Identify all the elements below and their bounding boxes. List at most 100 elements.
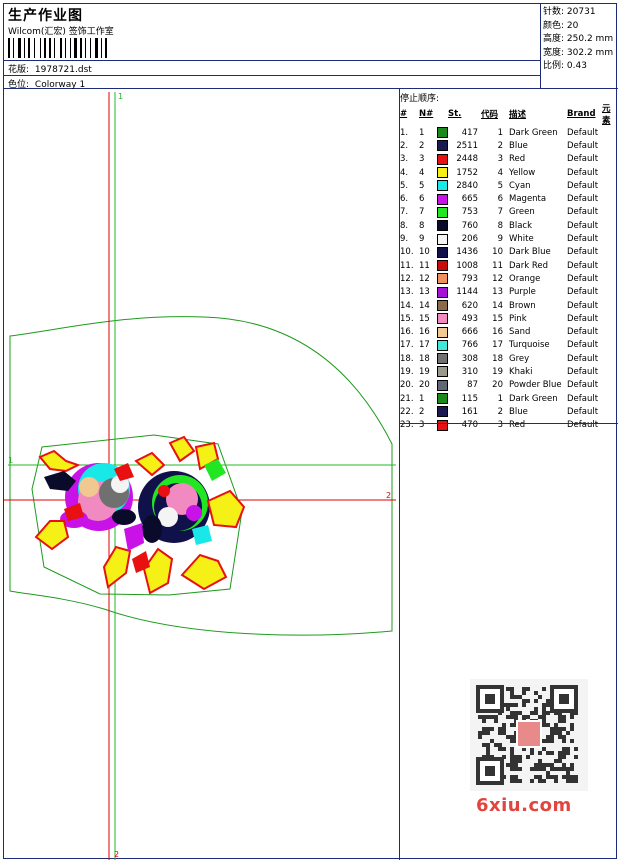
stop-brand: Default	[567, 420, 599, 431]
stop-index: 4.	[400, 167, 409, 178]
stop-row: 3. 3 2448 3 Red Default	[400, 153, 618, 166]
stop-code: 4	[497, 167, 503, 178]
stop-needle: 17	[419, 340, 430, 351]
stop-row: 20. 20 87 20 Powder Blue Default	[400, 379, 618, 392]
stop-table-header: # N# St. 代码 描述 Brand 元素	[400, 102, 618, 126]
stop-stitches: 666	[461, 327, 478, 338]
stop-description: Khaki	[509, 366, 533, 377]
stop-index: 8.	[400, 220, 409, 231]
stop-index: 19.	[400, 366, 414, 377]
stop-index: 23.	[400, 420, 414, 431]
stop-code: 17	[492, 340, 503, 351]
stop-code: 12	[492, 273, 503, 284]
stop-sequence-table: # N# St. 代码 描述 Brand 元素 1. 1 417 1 Dark Gree…	[400, 102, 618, 432]
stop-element	[602, 232, 618, 245]
color-swatch	[437, 167, 448, 179]
stop-brand: Default	[567, 247, 599, 258]
stop-element	[602, 286, 618, 299]
stop-needle: 1	[419, 127, 425, 138]
stop-description: Dark Green	[509, 393, 558, 404]
stop-index: 3.	[400, 154, 409, 165]
design-preview-svg: 1 1 2 2	[4, 92, 396, 860]
stop-code: 1	[497, 127, 503, 138]
color-swatch	[437, 206, 448, 218]
stop-code: 16	[492, 327, 503, 338]
stop-code: 19	[492, 366, 503, 377]
stop-element	[602, 405, 618, 418]
stop-needle: 3	[419, 420, 425, 431]
stop-description: White	[509, 234, 534, 245]
header-panel: 生产作业图 Wilcom(汇宏) 签饰工作室 花版: 1978721.dst 色…	[4, 4, 541, 90]
stop-element	[602, 206, 618, 219]
design-width: 宽度: 302.2 mm	[543, 47, 614, 58]
stop-description: Powder Blue	[509, 380, 562, 391]
stop-code: 3	[497, 420, 503, 431]
col-code: 代码	[481, 110, 499, 120]
stop-index: 10.	[400, 247, 414, 258]
stop-row: 22. 2 161 2 Blue Default	[400, 405, 618, 418]
stop-brand: Default	[567, 180, 599, 191]
stitch-count: 针数: 20731	[543, 7, 596, 17]
stop-index: 12.	[400, 273, 414, 284]
color-swatch	[437, 393, 448, 405]
design-value: 1978721.dst	[34, 65, 92, 75]
stop-description: Dark Red	[509, 260, 549, 271]
stop-description: Grey	[509, 353, 530, 364]
color-swatch	[437, 379, 448, 391]
col-description: 描述	[509, 110, 527, 120]
stop-row: 14. 14 620 14 Brown Default	[400, 299, 618, 312]
stop-stitches: 760	[461, 220, 478, 231]
qr-code-watermark	[470, 679, 588, 791]
stop-needle: 4	[419, 167, 425, 178]
stop-code: 10	[492, 247, 503, 258]
color-swatch	[437, 300, 448, 311]
stop-description: Red	[509, 420, 526, 431]
stop-brand: Default	[567, 207, 599, 218]
stop-needle: 16	[419, 327, 430, 338]
stop-code: 2	[497, 140, 503, 151]
stop-stitches: 753	[461, 207, 478, 218]
stop-brand: Default	[567, 287, 599, 298]
stop-needle: 5	[419, 180, 425, 191]
color-swatch	[437, 406, 448, 418]
stop-code: 3	[497, 154, 503, 165]
stop-row: 21. 1 115 1 Dark Green Default	[400, 392, 618, 405]
stop-description: Pink	[509, 313, 527, 324]
stop-index: 17.	[400, 340, 414, 351]
stop-brand: Default	[567, 154, 599, 165]
stop-code: 14	[492, 300, 503, 311]
stop-index: 7.	[400, 207, 409, 218]
stop-needle: 10	[419, 247, 430, 258]
color-swatch	[437, 286, 448, 298]
stop-row: 17. 17 766 17 Turquoise Default	[400, 339, 618, 352]
stop-element	[602, 299, 618, 312]
watermark-url: 6xiu.com	[476, 795, 572, 816]
stop-element	[602, 352, 618, 365]
stop-index: 22.	[400, 406, 414, 417]
stop-element	[602, 126, 618, 139]
stop-index: 13.	[400, 287, 414, 298]
stop-brand: Default	[567, 393, 599, 404]
stop-code: 1	[497, 393, 503, 404]
color-count: 颜色: 20	[543, 20, 579, 31]
color-swatch	[437, 246, 448, 258]
stop-element	[602, 219, 618, 232]
stop-needle: 12	[419, 273, 430, 284]
stop-brand: Default	[567, 380, 599, 391]
design-preview-canvas[interactable]: 1 1 2 2	[4, 89, 400, 860]
color-swatch	[437, 153, 448, 165]
stop-stitches: 206	[461, 234, 478, 245]
stop-index: 1.	[400, 127, 409, 138]
stop-brand: Default	[567, 234, 599, 245]
stop-row: 15. 15 493 15 Pink Default	[400, 312, 618, 325]
stop-row: 10. 10 1436 10 Dark Blue Default	[400, 246, 618, 259]
stop-row: 18. 18 308 18 Grey Default	[400, 352, 618, 365]
production-worksheet: 生产作业图 Wilcom(汇宏) 签饰工作室 花版: 1978721.dst 色…	[3, 3, 618, 860]
stop-description: Red	[509, 154, 526, 165]
stop-brand: Default	[567, 353, 599, 364]
stop-row: 16. 16 666 16 Sand Default	[400, 325, 618, 338]
axis-marker-right: 2	[386, 491, 391, 500]
axis-marker-top: 1	[118, 92, 123, 101]
stop-brand: Default	[567, 327, 599, 338]
stop-description: Magenta	[509, 194, 547, 205]
